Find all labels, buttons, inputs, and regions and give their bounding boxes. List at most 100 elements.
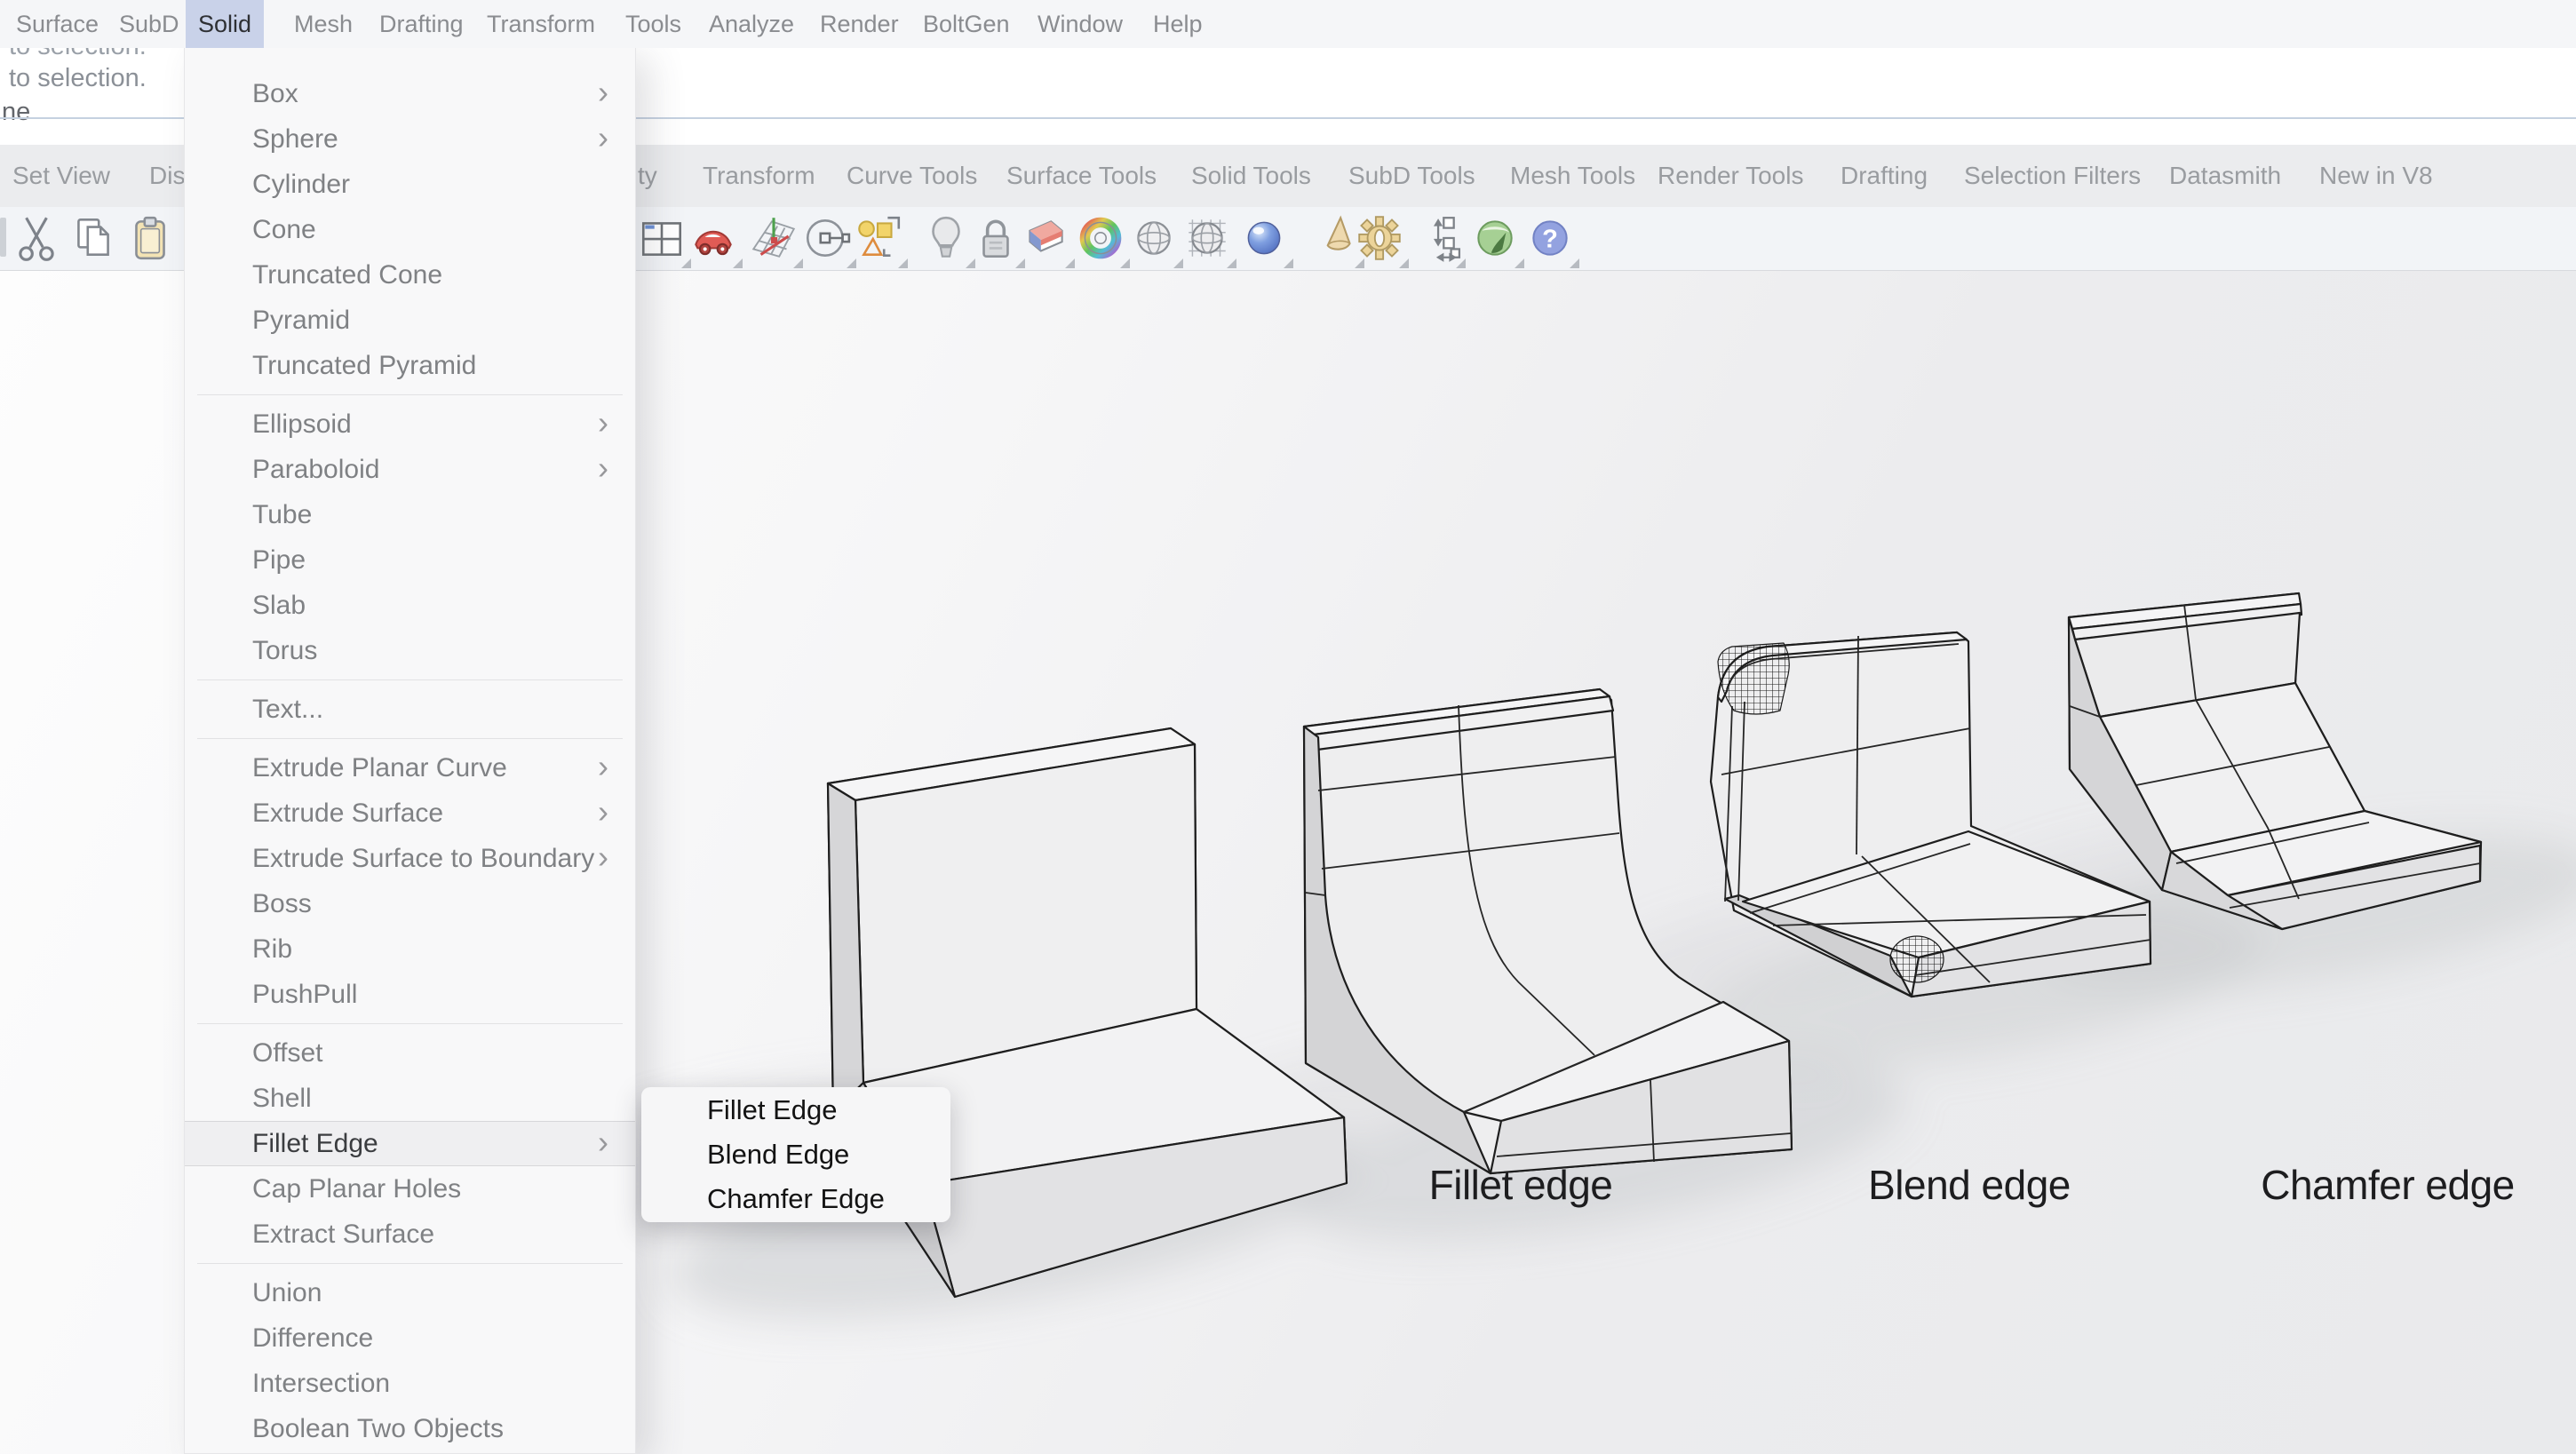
submenu-item-chamfer-edge[interactable]: Chamfer Edge — [641, 1177, 950, 1221]
solid-dropdown-menu: Box › Sphere › Cylinder Cone Truncated Cone Pyr… — [184, 48, 636, 1454]
layer-cake-icon[interactable] — [1020, 212, 1075, 268]
menu-item-label: Difference — [252, 1323, 374, 1353]
render-sphere-icon[interactable] — [1238, 212, 1293, 268]
menubar-item-solid[interactable]: Solid — [186, 0, 265, 48]
menu-item-rib[interactable]: Rib — [185, 926, 635, 972]
cplane-grid-icon[interactable] — [748, 212, 803, 268]
menu-item-paraboloid[interactable]: Paraboloid › — [185, 447, 635, 492]
menu-item-tube[interactable]: Tube — [185, 492, 635, 537]
earth-icon[interactable] — [1469, 212, 1524, 268]
menu-item-cap-planar-holes[interactable]: Cap Planar Holes — [185, 1166, 635, 1212]
lightbulb-icon[interactable] — [920, 212, 975, 268]
command-history-line: to selection. — [9, 64, 147, 92]
menu-item-label: Truncated Pyramid — [252, 350, 477, 380]
menu-item-offset[interactable]: Offset — [185, 1030, 635, 1076]
menu-item-cone[interactable]: Cone — [185, 207, 635, 252]
tab-new-in-v8[interactable]: New in V8 — [2319, 145, 2433, 207]
tab-subd-tools[interactable]: SubD Tools — [1348, 145, 1475, 207]
tab-render-tools[interactable]: Render Tools — [1658, 145, 1803, 207]
menu-item-fillet-edge[interactable]: Fillet Edge › — [185, 1121, 635, 1166]
car-display-icon[interactable] — [688, 212, 743, 268]
color-wheel-icon[interactable] — [1075, 212, 1130, 268]
sphere-grid-icon[interactable] — [1181, 212, 1236, 268]
menu-item-sphere[interactable]: Sphere › — [185, 116, 635, 162]
menu-item-label: Ellipsoid — [252, 409, 352, 439]
tab-datasmith[interactable]: Datasmith — [2169, 145, 2281, 207]
submenu-item-fillet-edge[interactable]: Fillet Edge — [641, 1088, 950, 1132]
menu-item-torus[interactable]: Torus — [185, 628, 635, 673]
menu-item-cylinder[interactable]: Cylinder — [185, 162, 635, 207]
menu-item-union[interactable]: Union — [185, 1270, 635, 1315]
tab-ty[interactable]: ty — [638, 145, 657, 207]
menu-item-text-[interactable]: Text... — [185, 687, 635, 732]
menu-separator — [197, 738, 623, 739]
clipped-icon — [0, 218, 6, 257]
lock-icon[interactable] — [970, 212, 1025, 268]
menu-item-box[interactable]: Box › — [185, 71, 635, 116]
menubar-item-surface[interactable]: Surface — [4, 0, 111, 48]
menu-separator — [197, 679, 623, 680]
submenu-item-blend-edge[interactable]: Blend Edge — [641, 1132, 950, 1177]
tab-solid-tools[interactable]: Solid Tools — [1191, 145, 1311, 207]
menu-item-truncated-pyramid[interactable]: Truncated Pyramid — [185, 343, 635, 388]
svg-text:?: ? — [1542, 225, 1558, 253]
menu-item-label: Shell — [252, 1083, 312, 1113]
viewport-layout-icon[interactable] — [636, 212, 691, 268]
menu-item-label: Sphere — [252, 123, 338, 154]
menu-item-label: Cone — [252, 214, 316, 244]
menu-item-label: Box — [252, 78, 298, 108]
menu-item-label: Boss — [252, 888, 312, 918]
menu-item-label: Slab — [252, 590, 306, 620]
menubar-item-help[interactable]: Help — [1141, 0, 1215, 48]
menu-item-label: Intersection — [252, 1368, 391, 1398]
menu-item-shell[interactable]: Shell — [185, 1076, 635, 1121]
menubar-item-mesh[interactable]: Mesh — [282, 0, 365, 48]
submenu-chevron-icon: › — [598, 73, 608, 110]
menu-item-extract-surface[interactable]: Extract Surface — [185, 1212, 635, 1257]
menu-item-extrude-surface[interactable]: Extrude Surface › — [185, 791, 635, 836]
menu-item-pyramid[interactable]: Pyramid — [185, 298, 635, 343]
menu-item-ellipsoid[interactable]: Ellipsoid › — [185, 401, 635, 447]
dimension-icon[interactable] — [1411, 212, 1466, 268]
tab-curve-tools[interactable]: Curve Tools — [847, 145, 977, 207]
menu-item-slab[interactable]: Slab — [185, 583, 635, 628]
label-chamfer-edge: Chamfer edge — [2261, 1162, 2515, 1208]
menu-item-label: Cap Planar Holes — [252, 1173, 462, 1204]
menubar-item-tools[interactable]: Tools — [613, 0, 694, 48]
tab-transform[interactable]: Transform — [703, 145, 815, 207]
help-icon[interactable]: ? — [1524, 212, 1579, 268]
tab-selection-filters[interactable]: Selection Filters — [1964, 145, 2141, 207]
menu-item-pushpull[interactable]: PushPull — [185, 972, 635, 1017]
menu-separator — [197, 1263, 623, 1264]
menu-item-difference[interactable]: Difference — [185, 1315, 635, 1361]
tab-set-view[interactable]: Set View — [12, 145, 110, 207]
paste-icon[interactable] — [124, 212, 176, 264]
menu-item-intersection[interactable]: Intersection — [185, 1361, 635, 1406]
menu-item-label: PushPull — [252, 979, 358, 1009]
menu-item-extrude-surface-to-boundary[interactable]: Extrude Surface to Boundary › — [185, 836, 635, 881]
tab-drafting[interactable]: Drafting — [1841, 145, 1928, 207]
copy-icon[interactable] — [68, 212, 119, 264]
menu-item-truncated-cone[interactable]: Truncated Cone — [185, 252, 635, 298]
sphere-icon[interactable] — [1128, 212, 1183, 268]
cut-icon[interactable] — [11, 212, 62, 264]
menu-item-extrude-planar-curve[interactable]: Extrude Planar Curve › — [185, 745, 635, 791]
tab-mesh-tools[interactable]: Mesh Tools — [1510, 145, 1635, 207]
menu-item-boss[interactable]: Boss — [185, 881, 635, 926]
submenu-chevron-icon: › — [598, 118, 608, 155]
tab-surface-tools[interactable]: Surface Tools — [1006, 145, 1157, 207]
menubar-item-transform[interactable]: Transform — [474, 0, 608, 48]
menu-item-label: Cylinder — [252, 169, 351, 199]
menubar-item-analyze[interactable]: Analyze — [696, 0, 807, 48]
menu-item-boolean-two-objects[interactable]: Boolean Two Objects — [185, 1406, 635, 1451]
label-fillet-edge: Fillet edge — [1428, 1162, 1613, 1208]
selection-filter-shapes-icon[interactable] — [853, 212, 908, 268]
menubar-item-render[interactable]: Render — [807, 0, 911, 48]
menubar-item-subd[interactable]: SubD — [107, 0, 192, 48]
menubar-item-drafting[interactable]: Drafting — [367, 0, 476, 48]
menubar-item-window[interactable]: Window — [1025, 0, 1135, 48]
gear-icon[interactable] — [1354, 212, 1409, 268]
menu-item-pipe[interactable]: Pipe — [185, 537, 635, 583]
named-view-icon[interactable] — [801, 212, 856, 268]
menubar-item-boltgen[interactable]: BoltGen — [910, 0, 1022, 48]
